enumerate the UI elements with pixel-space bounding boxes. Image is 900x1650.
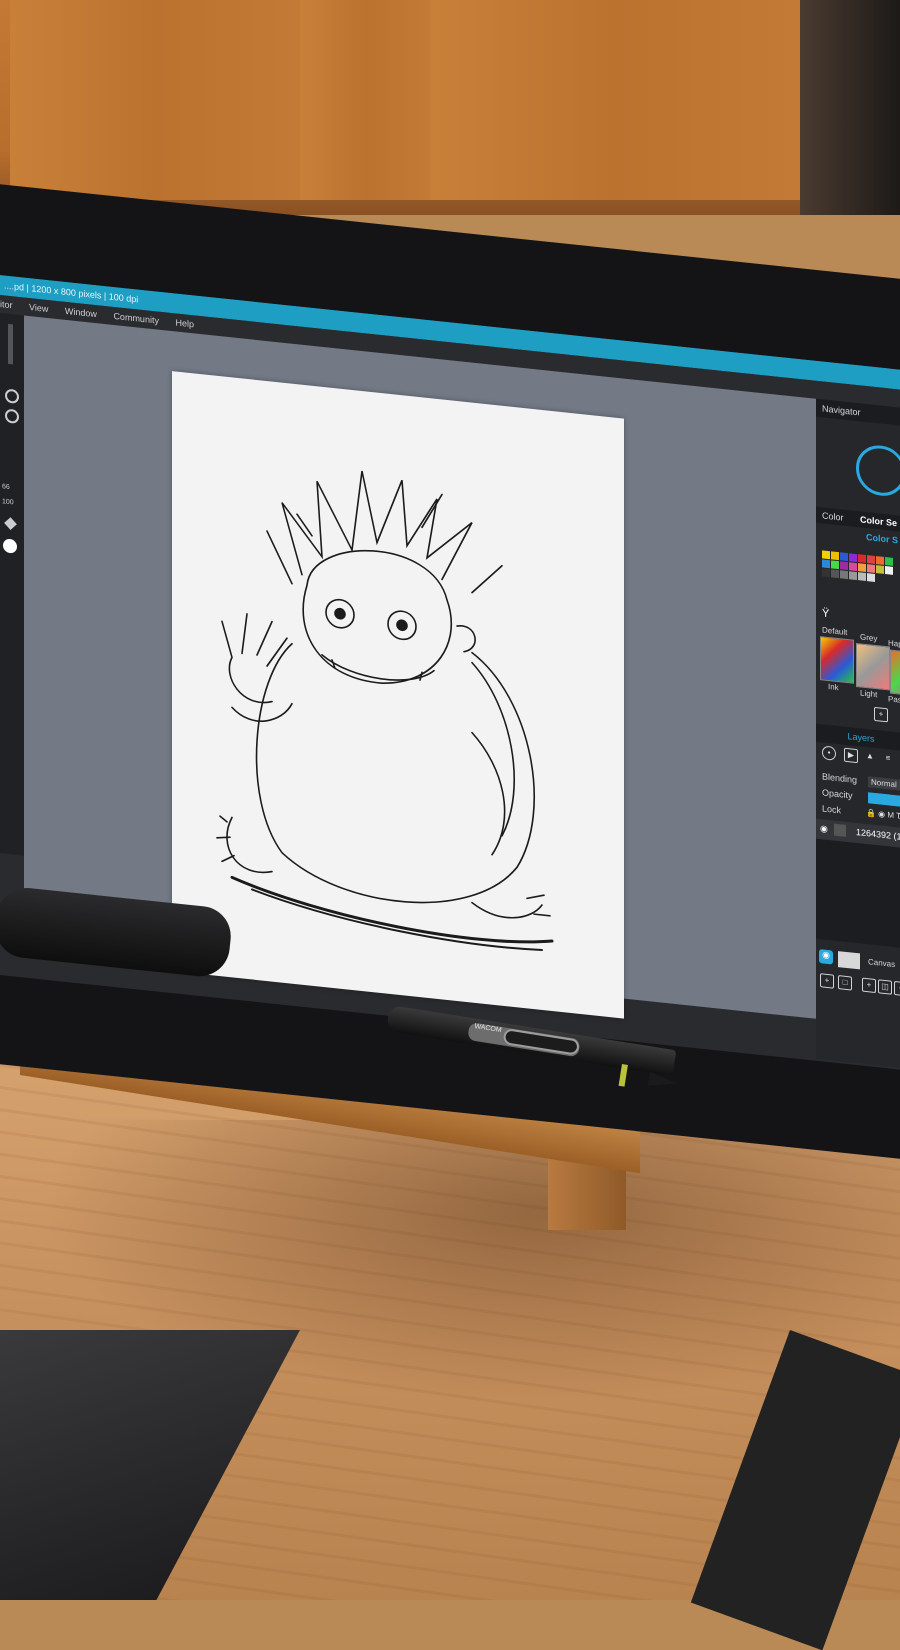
menu-item-editor[interactable]: itor [0,295,13,314]
tab-color[interactable]: Color [822,510,844,522]
color-set-title: Color S [866,532,899,546]
yeti-sketch [216,470,554,951]
layer-bottom-toolbar: + □ + ◫ − [816,973,900,998]
theme-bottom-label: Ink [828,682,839,693]
layer-import-icon[interactable]: □ [838,975,852,991]
layer-menu-icon[interactable]: + [820,973,834,989]
theme-bottom-label: Pastel [888,694,900,706]
play-icon[interactable]: ▶ [844,747,858,764]
menu-item-help[interactable]: Help [175,313,194,333]
drawing-paper[interactable] [172,371,624,1019]
theme-swatch-ink[interactable] [820,636,854,684]
menu-item-view[interactable]: View [29,298,48,318]
layer-stack-icon[interactable]: ≡ [882,752,894,765]
theme-bottom-label: Light [860,688,878,700]
layers-title: Layers [847,731,875,744]
left-toolbar: 66 100 [0,313,25,856]
wall-plank [10,0,303,200]
brush-size-value: 66 [2,483,10,492]
right-panel: Navigator Color Color Se Color S Ÿ Defau… [816,398,900,1069]
layer-list-empty [816,838,900,949]
layer-thumbnail [834,823,846,837]
layer-name: 1264392 (1) [856,826,900,843]
wall-plank [430,0,803,200]
opacity-slider[interactable] [868,792,900,808]
blending-label: Blending [822,771,858,786]
rotate-icon[interactable] [5,388,19,404]
color-indicator-icon[interactable] [3,538,17,554]
navigator-title: Navigator [822,403,861,418]
lock-icons[interactable]: 🔒 ◉ M T [866,808,900,821]
canvas-layer-row[interactable]: ◉ Canvas [816,947,900,976]
visibility-eye-icon[interactable]: ◉ [820,823,828,835]
delete-layer-icon[interactable]: − [894,980,900,997]
layer-settings-icon[interactable]: • [822,745,836,761]
blending-select[interactable]: Normal [868,776,900,792]
opacity-label: Opacity [822,787,853,801]
color-theme-sets: Default Grey Happy Ink Light Pastel [816,625,900,706]
add-theme-icon[interactable]: + [874,706,888,723]
add-layer-icon[interactable]: + [862,977,876,994]
tab-color-set[interactable]: Color Se [860,514,897,528]
reset-icon[interactable] [5,408,19,424]
theme-top-label: Default [822,625,848,638]
dark-background [800,0,900,215]
lock-label: Lock [822,803,842,816]
theme-swatch-light[interactable] [856,642,890,691]
brush-theme-icon[interactable]: Ÿ [822,607,829,620]
canvas-eye-icon[interactable]: ◉ [819,949,833,965]
theme-swatch-pastel[interactable] [890,649,900,698]
navigator-dial[interactable] [856,442,900,499]
color-swatch-grid[interactable] [822,544,900,607]
layer-group-icon[interactable]: ▲ [864,750,876,763]
canvas-label: Canvas [868,957,896,970]
brush-size-slider[interactable] [8,323,13,365]
eraser-icon[interactable] [4,517,17,530]
duplicate-layer-icon[interactable]: ◫ [878,979,892,995]
canvas-thumbnail [838,951,860,970]
color-tabs: Color Color Se [816,506,900,533]
brush-opacity-value: 100 [2,498,14,507]
theme-top-label: Grey [860,632,878,644]
wall-plank [300,0,433,200]
